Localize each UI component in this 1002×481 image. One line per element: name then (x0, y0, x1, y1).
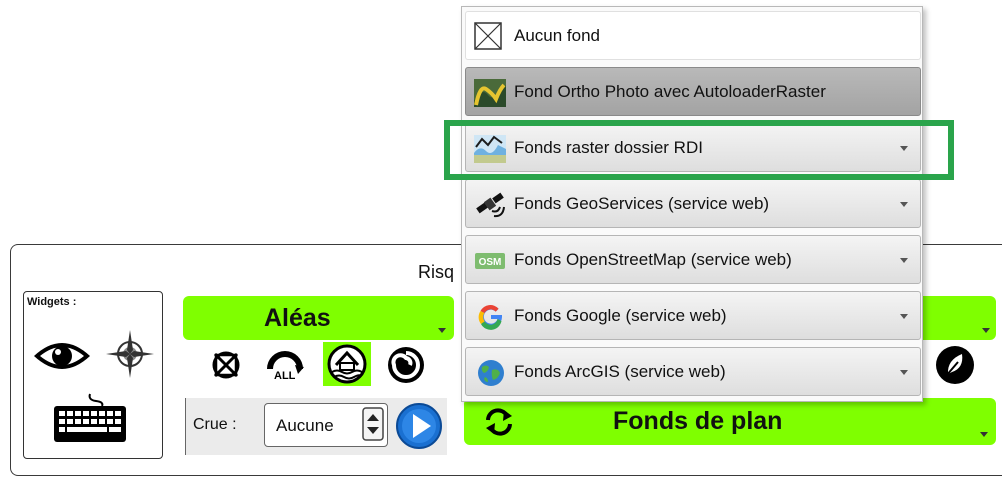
satellite-icon (476, 192, 505, 218)
chevron-down-icon (438, 328, 446, 333)
empty-box-icon (474, 22, 502, 50)
fonds-de-plan-label: Fonds de plan (613, 407, 783, 435)
menu-item-label: Aucun fond (514, 26, 601, 45)
menu-item-arcgis[interactable]: Fonds ArcGIS (service web) (465, 347, 921, 396)
crue-label: Crue : (193, 416, 237, 433)
chevron-down-icon (900, 202, 908, 207)
menu-item-label: Fonds GeoServices (service web) (514, 194, 770, 213)
no-layer-icon[interactable] (210, 349, 242, 381)
menu-item-aucun-fond[interactable]: Aucun fond (465, 11, 921, 60)
google-icon (478, 305, 502, 330)
leaf-icon[interactable] (934, 344, 976, 386)
keyboard-icon[interactable] (52, 392, 128, 444)
crue-value: Aucune (276, 416, 334, 435)
chevron-down-icon (980, 432, 988, 437)
fonds-de-plan-button[interactable]: Fonds de plan (464, 398, 996, 445)
highlight-box (444, 120, 954, 180)
eye-icon[interactable] (32, 336, 92, 376)
globe-icon (478, 360, 504, 386)
chevron-down-icon (900, 258, 908, 263)
osm-badge-text: OSM (479, 257, 502, 268)
spinner-arrows-icon[interactable] (362, 407, 384, 441)
compass-icon[interactable] (104, 328, 156, 380)
all-icon[interactable]: ALL (264, 347, 306, 383)
flood-house-icon[interactable] (326, 344, 368, 384)
svg-text:ALL: ALL (274, 370, 296, 382)
menu-item-geoservices[interactable]: Fonds GeoServices (service web) (465, 179, 921, 228)
menu-item-google[interactable]: Fonds Google (service web) (465, 291, 921, 340)
refresh-icon (486, 408, 512, 436)
menu-item-label: Fonds OpenStreetMap (service web) (514, 250, 792, 269)
chevron-down-icon (982, 328, 990, 333)
menu-item-label: Fonds ArcGIS (service web) (514, 362, 726, 381)
aleas-label: Aléas (264, 304, 331, 332)
osm-icon: OSM (475, 253, 505, 269)
menu-item-ortho-photo[interactable]: Fond Ortho Photo avec AutoloaderRaster (465, 67, 921, 116)
panel-title: Risq (418, 262, 455, 282)
chevron-down-icon (900, 370, 908, 375)
widgets-label: Widgets : (27, 296, 77, 308)
menu-item-openstreetmap[interactable]: OSM Fonds OpenStreetMap (service web) (465, 235, 921, 284)
menu-item-label: Fonds Google (service web) (514, 306, 727, 325)
play-button-icon[interactable] (395, 402, 443, 450)
chevron-down-icon (900, 314, 908, 319)
ortho-photo-icon (474, 79, 506, 107)
menu-item-label: Fond Ortho Photo avec AutoloaderRaster (514, 82, 826, 101)
spiral-icon[interactable] (386, 345, 426, 385)
aleas-button[interactable]: Aléas (183, 296, 454, 340)
